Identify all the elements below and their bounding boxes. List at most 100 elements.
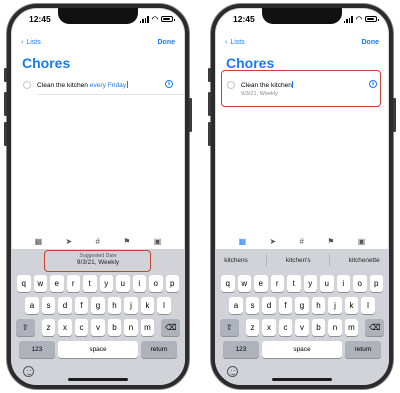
nav-bar: ‹ Lists Done: [215, 39, 389, 51]
return-key[interactable]: return: [141, 341, 177, 358]
key-p[interactable]: p: [165, 275, 179, 292]
key-x[interactable]: x: [262, 319, 276, 336]
key-q[interactable]: q: [17, 275, 31, 292]
shift-key[interactable]: ⇧: [15, 319, 35, 336]
suggestion-2[interactable]: kitchen's: [286, 257, 311, 264]
key-u[interactable]: u: [116, 275, 130, 292]
key-j[interactable]: j: [124, 297, 138, 314]
hashtag-icon[interactable]: #: [96, 237, 100, 246]
key-n[interactable]: n: [124, 319, 138, 336]
reminder-item[interactable]: Clean the kitchen every Friday i: [21, 79, 177, 107]
location-arrow-icon[interactable]: ➤: [270, 237, 277, 246]
key-f[interactable]: f: [278, 297, 293, 314]
key-z[interactable]: z: [41, 319, 56, 336]
back-label: Lists: [26, 39, 41, 46]
key-l[interactable]: l: [361, 297, 375, 314]
signal-icon: [343, 15, 353, 23]
key-l[interactable]: l: [157, 297, 171, 314]
key-row-2: a s d f g h j k l: [215, 297, 389, 314]
phone-left: 12:45 ◠ ‹ Lists Done Chores Clean the ki…: [7, 4, 189, 389]
key-g[interactable]: g: [295, 297, 309, 314]
side-button: [4, 92, 7, 116]
done-button[interactable]: Done: [362, 39, 380, 46]
emoji-icon[interactable]: [23, 366, 34, 377]
info-icon[interactable]: i: [165, 80, 173, 88]
key-a[interactable]: a: [229, 297, 243, 314]
reminder-text[interactable]: Clean the kitchen every Friday: [37, 81, 128, 89]
key-v[interactable]: v: [91, 319, 105, 336]
key-f[interactable]: f: [74, 297, 89, 314]
key-i[interactable]: i: [132, 275, 146, 292]
key-s[interactable]: s: [245, 297, 260, 314]
home-indicator[interactable]: [68, 378, 128, 381]
calendar-icon[interactable]: ▦: [35, 237, 43, 246]
key-p[interactable]: p: [369, 275, 383, 292]
key-e[interactable]: e: [50, 275, 64, 292]
suggestion-divider: [266, 254, 268, 266]
key-r[interactable]: r: [66, 275, 80, 292]
key-h[interactable]: h: [311, 297, 326, 314]
done-button[interactable]: Done: [158, 39, 176, 46]
key-a[interactable]: a: [25, 297, 39, 314]
key-o[interactable]: o: [353, 275, 367, 292]
key-h[interactable]: h: [107, 297, 122, 314]
key-q[interactable]: q: [221, 275, 235, 292]
key-row-2: a s d f g h j k l: [11, 297, 185, 314]
space-key[interactable]: space: [262, 341, 342, 358]
key-k[interactable]: k: [140, 297, 155, 314]
suggestion-3[interactable]: kitchenette: [349, 257, 380, 264]
key-y[interactable]: y: [303, 275, 317, 292]
delete-key[interactable]: ⌫: [161, 319, 181, 336]
calendar-icon[interactable]: ▦: [239, 237, 247, 246]
numbers-key[interactable]: 123: [19, 341, 55, 358]
shift-key[interactable]: ⇧: [219, 319, 239, 336]
checkbox-circle[interactable]: [23, 81, 31, 89]
key-o[interactable]: o: [149, 275, 163, 292]
key-w[interactable]: w: [33, 275, 47, 292]
delete-key[interactable]: ⌫: [365, 319, 385, 336]
location-arrow-icon[interactable]: ➤: [66, 237, 73, 246]
key-j[interactable]: j: [328, 297, 342, 314]
key-k[interactable]: k: [344, 297, 359, 314]
key-t[interactable]: t: [83, 275, 97, 292]
key-row-4: 123 space return: [215, 341, 389, 358]
key-v[interactable]: v: [295, 319, 309, 336]
key-d[interactable]: d: [262, 297, 276, 314]
key-x[interactable]: x: [58, 319, 72, 336]
suggestion-1[interactable]: kitchens: [224, 257, 247, 264]
back-button[interactable]: ‹ Lists: [225, 39, 245, 46]
camera-icon[interactable]: ▣: [358, 237, 366, 246]
key-c[interactable]: c: [278, 319, 293, 336]
key-u[interactable]: u: [320, 275, 334, 292]
flag-icon[interactable]: ⚑: [327, 237, 334, 246]
key-y[interactable]: y: [99, 275, 113, 292]
key-g[interactable]: g: [91, 297, 105, 314]
key-m[interactable]: m: [344, 319, 359, 336]
home-indicator[interactable]: [272, 378, 332, 381]
key-c[interactable]: c: [74, 319, 89, 336]
key-s[interactable]: s: [41, 297, 56, 314]
key-w[interactable]: w: [237, 275, 251, 292]
camera-icon[interactable]: ▣: [154, 237, 162, 246]
key-i[interactable]: i: [336, 275, 350, 292]
back-button[interactable]: ‹ Lists: [21, 39, 41, 46]
key-t[interactable]: t: [287, 275, 301, 292]
side-button: [189, 98, 192, 132]
flag-icon[interactable]: ⚑: [123, 237, 130, 246]
key-e[interactable]: e: [254, 275, 268, 292]
key-d[interactable]: d: [58, 297, 72, 314]
key-n[interactable]: n: [328, 319, 342, 336]
key-z[interactable]: z: [245, 319, 260, 336]
key-r[interactable]: r: [270, 275, 284, 292]
hashtag-icon[interactable]: #: [300, 237, 304, 246]
key-m[interactable]: m: [140, 319, 155, 336]
return-key[interactable]: return: [345, 341, 381, 358]
space-key[interactable]: space: [58, 341, 138, 358]
numbers-key[interactable]: 123: [223, 341, 259, 358]
status-icons: ◠: [139, 15, 175, 23]
emoji-icon[interactable]: [227, 366, 238, 377]
key-b[interactable]: b: [311, 319, 326, 336]
suggestion-bar: kitchens kitchen's kitchenette: [215, 249, 389, 271]
key-b[interactable]: b: [107, 319, 122, 336]
phone-right: 12:45 ◠ ‹ Lists Done Chores Clean the ki…: [211, 4, 393, 389]
